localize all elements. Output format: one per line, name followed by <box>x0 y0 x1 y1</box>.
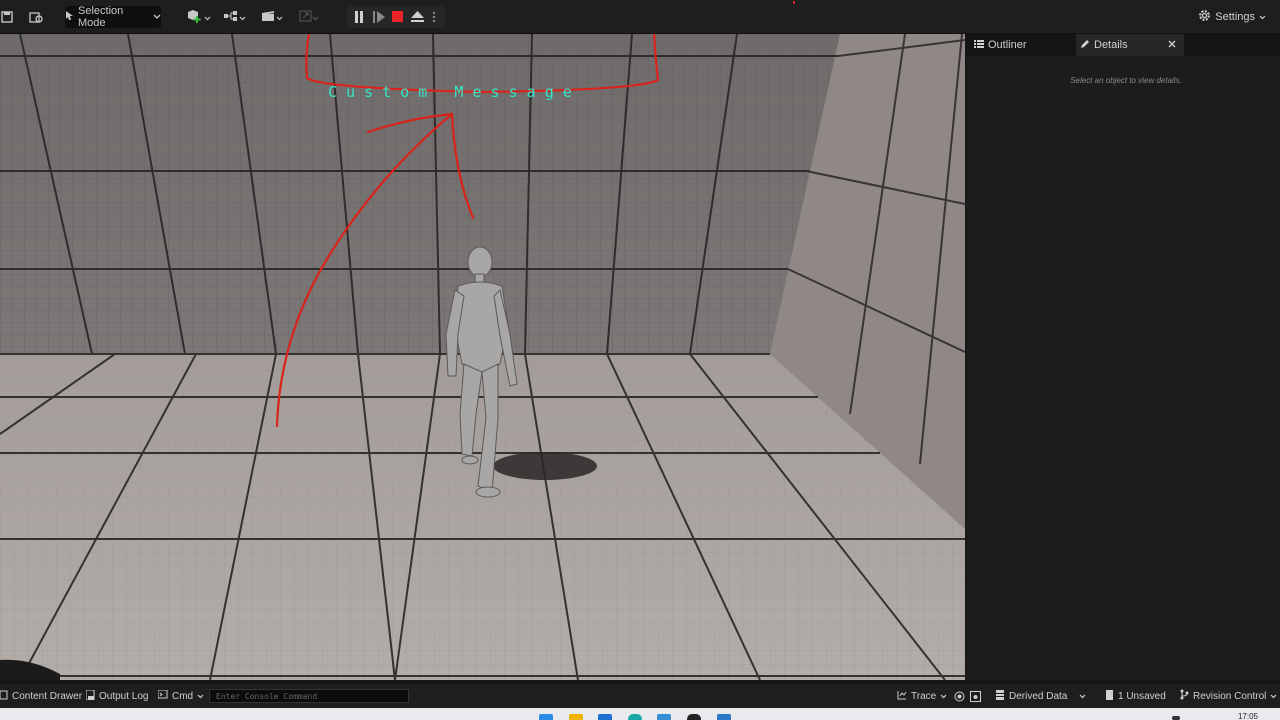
chevron-down-icon <box>153 11 161 23</box>
chevron-down-icon <box>197 691 204 702</box>
system-clock: 17:05 <box>1237 712 1258 720</box>
pencil-icon <box>1080 39 1090 52</box>
os-taskbar: 17:05 <box>0 708 1280 720</box>
close-icon[interactable] <box>1168 39 1176 51</box>
unsaved-button[interactable]: 1 Unsaved <box>1106 684 1166 708</box>
blueprint-icon <box>223 10 239 25</box>
tab-details-label: Details <box>1094 39 1128 51</box>
add-actor-button[interactable] <box>185 6 211 28</box>
chevron-down-icon <box>1259 11 1266 23</box>
revision-control-label: Revision Control <box>1193 690 1267 702</box>
trace-dropdown[interactable]: Trace <box>897 684 947 708</box>
custom-message-text: C u s t o m M e s s a g e <box>328 83 572 101</box>
more-options-icon[interactable] <box>432 11 436 26</box>
chevron-down-icon <box>239 10 246 24</box>
tray-icon[interactable] <box>1172 716 1180 720</box>
launch-icon <box>299 10 312 25</box>
list-icon <box>974 39 984 52</box>
add-cube-icon <box>186 9 204 26</box>
output-log-button[interactable]: Output Log <box>85 684 149 708</box>
branch-icon <box>1180 689 1189 703</box>
level-viewport[interactable]: C u s t o m M e s s a g e <box>0 34 965 680</box>
log-icon <box>85 689 95 703</box>
output-log-label: Output Log <box>99 690 149 702</box>
revision-control-dropdown[interactable]: Revision Control <box>1180 684 1277 708</box>
drawer-icon <box>0 690 8 703</box>
blueprint-button[interactable] <box>221 6 247 28</box>
record-icon[interactable] <box>954 684 965 708</box>
activity-marker <box>793 1 795 4</box>
store-icon[interactable] <box>657 714 671 720</box>
chevron-down-icon <box>312 10 319 24</box>
cmd-dropdown[interactable]: Cmd <box>157 684 204 708</box>
browser-icon[interactable] <box>598 714 612 720</box>
database-icon <box>996 689 1005 703</box>
content-drawer-button[interactable]: Content Drawer <box>0 684 82 708</box>
app-icon[interactable] <box>717 714 731 720</box>
cursor-icon <box>65 10 74 24</box>
folder-icon[interactable] <box>569 714 583 720</box>
start-icon[interactable] <box>539 714 553 720</box>
main-toolbar: Selection Mode Settings <box>0 0 1280 34</box>
status-bar: Content Drawer Output Log Cmd Enter Cons… <box>0 683 1280 708</box>
clapperboard-icon <box>261 10 276 25</box>
frame-skip-icon[interactable] <box>373 11 385 26</box>
console-command-input[interactable]: Enter Console Command <box>209 689 409 703</box>
content-drawer-label: Content Drawer <box>12 690 83 702</box>
trace-label: Trace <box>911 690 937 702</box>
chevron-down-icon <box>204 10 211 24</box>
cmd-label: Cmd <box>172 690 194 702</box>
gear-icon <box>1198 9 1211 25</box>
browse-icon[interactable] <box>28 6 44 28</box>
panel-tab-bar: Outliner Details <box>966 34 1280 56</box>
derived-data-dropdown[interactable]: Derived Data <box>996 684 1086 708</box>
settings-button[interactable]: Settings <box>1198 6 1266 28</box>
derived-data-label: Derived Data <box>1009 690 1068 702</box>
trace-icon <box>897 690 907 703</box>
edge-icon[interactable] <box>628 714 642 720</box>
save-icon[interactable] <box>0 6 14 28</box>
tab-outliner[interactable]: Outliner <box>970 34 1074 56</box>
chevron-down-icon <box>1079 691 1086 702</box>
details-empty-hint: Select an object to view details. <box>1070 76 1182 85</box>
chevron-down-icon <box>940 691 947 702</box>
settings-label: Settings <box>1215 11 1255 23</box>
eject-icon[interactable] <box>411 11 424 26</box>
pause-icon[interactable] <box>354 11 364 26</box>
floor-grid <box>0 354 965 680</box>
character-shadow <box>493 452 597 480</box>
tab-details[interactable]: Details <box>1076 34 1184 56</box>
unreal-icon[interactable] <box>687 714 701 720</box>
chevron-down-icon <box>1270 691 1277 702</box>
tab-outliner-label: Outliner <box>988 39 1027 51</box>
selection-mode-button[interactable]: Selection Mode <box>65 5 161 29</box>
snapshot-icon[interactable] <box>970 684 981 708</box>
cinematics-button[interactable] <box>259 6 285 28</box>
scene-render <box>0 34 965 680</box>
unsaved-label: 1 Unsaved <box>1118 690 1166 702</box>
terminal-icon <box>157 689 168 702</box>
file-icon <box>1106 689 1114 703</box>
chevron-down-icon <box>276 10 283 24</box>
stop-icon[interactable] <box>392 11 404 26</box>
details-panel: Outliner Details Select an object to vie… <box>966 34 1280 680</box>
platforms-button[interactable] <box>296 6 322 28</box>
play-controls <box>347 6 445 28</box>
selection-mode-label: Selection Mode <box>78 5 124 29</box>
